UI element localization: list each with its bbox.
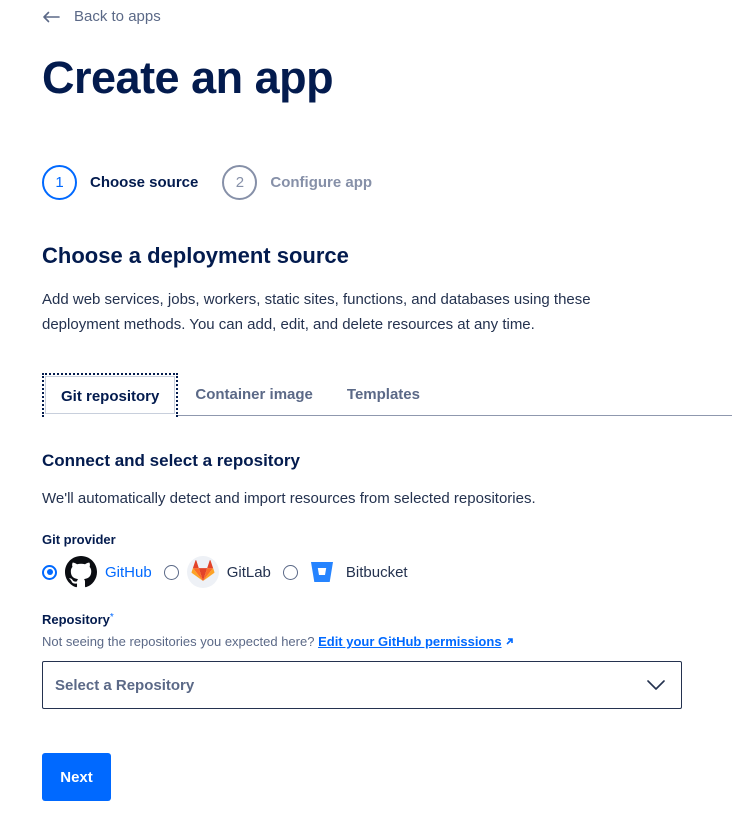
git-provider-label: Git provider — [42, 532, 116, 547]
step-number: 2 — [222, 165, 258, 200]
repository-label: Repository* — [42, 612, 114, 627]
step-configure-app: 2 Configure app — [222, 165, 372, 200]
gitlab-icon — [186, 556, 219, 588]
repository-select-value: Select a Repository — [55, 676, 195, 694]
link-label: Edit your GitHub permissions — [318, 634, 502, 649]
tab-git-repository[interactable]: Git repository — [42, 373, 179, 417]
provider-name: GitHub — [105, 563, 152, 581]
bitbucket-icon — [306, 556, 338, 588]
github-icon — [65, 556, 97, 588]
gitlab-radio[interactable] — [163, 564, 179, 580]
edit-github-permissions-link[interactable]: Edit your GitHub permissions — [318, 634, 513, 649]
bitbucket-radio[interactable] — [282, 564, 298, 580]
required-mark: * — [109, 612, 114, 623]
source-tabs: Git repository Container image Templates — [42, 373, 732, 417]
provider-bitbucket[interactable]: Bitbucket — [282, 556, 408, 588]
provider-gitlab[interactable]: GitLab — [163, 556, 271, 588]
section-description: Add web services, jobs, workers, static … — [42, 291, 591, 333]
back-link-label: Back to apps — [74, 8, 161, 25]
arrow-left-icon — [43, 11, 60, 22]
page-title: Create an app — [42, 52, 334, 103]
provider-name: Bitbucket — [345, 563, 408, 581]
next-button[interactable]: Next — [42, 753, 111, 801]
connect-description: We'll automatically detect and import re… — [42, 490, 536, 507]
repository-hint-text: Not seeing the repositories you expected… — [42, 634, 315, 649]
step-label: Configure app — [270, 174, 373, 191]
step-choose-source: 1 Choose source — [42, 165, 198, 200]
repository-hint: Not seeing the repositories you expected… — [42, 634, 514, 649]
chevron-down-icon — [647, 680, 665, 690]
provider-github[interactable]: GitHub — [42, 556, 152, 588]
step-number: 1 — [42, 165, 77, 200]
connect-title: Connect and select a repository — [42, 451, 300, 470]
github-radio[interactable] — [42, 564, 57, 580]
tab-container-image[interactable]: Container image — [178, 373, 330, 416]
stepper: 1 Choose source 2 Configure app — [42, 165, 396, 200]
back-to-apps-link[interactable]: Back to apps — [42, 8, 161, 25]
git-provider-options: GitHub GitLab Bitbucket — [42, 555, 420, 589]
tab-templates[interactable]: Templates — [330, 373, 437, 416]
repository-select[interactable]: Select a Repository — [42, 661, 682, 709]
step-label: Choose source — [90, 174, 199, 191]
external-link-icon — [505, 638, 513, 645]
section-title: Choose a deployment source — [42, 243, 349, 268]
provider-name: GitLab — [226, 563, 271, 581]
repository-label-text: Repository — [42, 612, 110, 627]
